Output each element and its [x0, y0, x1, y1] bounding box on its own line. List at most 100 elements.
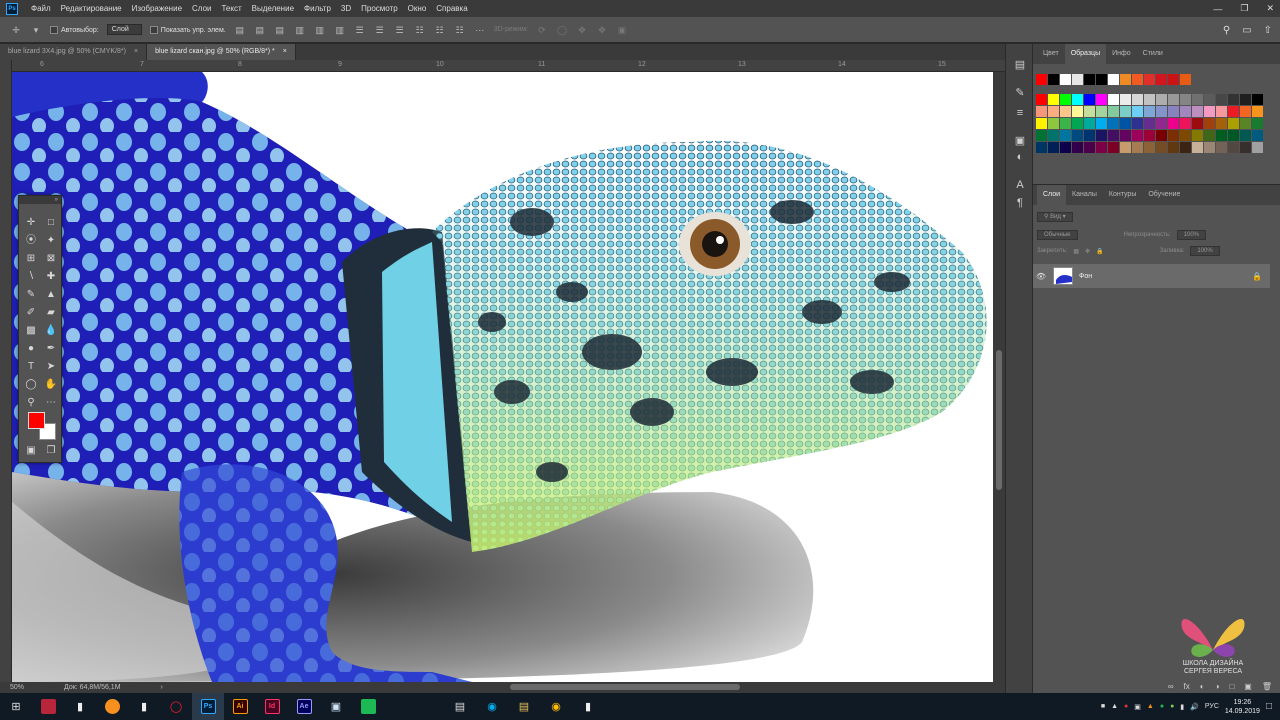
share-icon[interactable]: ⇧: [1264, 25, 1272, 36]
menu-window[interactable]: Окно: [403, 4, 432, 13]
screen-mode-icon[interactable]: ❐: [44, 444, 58, 458]
shape-tool-icon[interactable]: ◯: [24, 378, 38, 392]
tab-doc-2[interactable]: blue lizard скан.jpg @ 50% (RGB/8*) * ×: [147, 44, 296, 60]
eye-icon[interactable]: 👁: [1033, 272, 1049, 281]
horizontal-ruler[interactable]: 6 7 8 9 10 11 12 13 14 15: [12, 60, 1005, 72]
color-swatch[interactable]: [1072, 142, 1083, 153]
notifications-icon[interactable]: □: [1266, 701, 1272, 712]
color-swatch[interactable]: [1252, 142, 1263, 153]
color-swatch[interactable]: [1072, 118, 1083, 129]
color-swatch[interactable]: [1072, 130, 1083, 141]
color-swatch[interactable]: [1252, 94, 1263, 105]
tab-paths[interactable]: Контуры: [1103, 185, 1142, 205]
vertical-scrollbar[interactable]: [993, 72, 1005, 682]
frame-tool-icon[interactable]: ⊠: [44, 252, 58, 266]
recent-swatch[interactable]: [1084, 74, 1095, 85]
tab-color[interactable]: Цвет: [1037, 44, 1065, 64]
trash-icon[interactable]: 🗑: [1262, 682, 1272, 691]
distribute-bottom-icon[interactable]: ☰: [394, 25, 406, 35]
healing-brush-icon[interactable]: ✚: [44, 270, 58, 284]
color-swatch[interactable]: [1132, 130, 1143, 141]
color-swatch[interactable]: [1156, 142, 1167, 153]
color-swatch[interactable]: [1060, 94, 1071, 105]
tray-icon[interactable]: ■: [1101, 703, 1105, 710]
recent-swatch[interactable]: [1096, 74, 1107, 85]
color-swatch[interactable]: [1036, 94, 1047, 105]
chevron-down-icon[interactable]: ▾: [30, 25, 42, 35]
close-icon[interactable]: ×: [134, 44, 138, 60]
fill-field[interactable]: 100%: [1190, 246, 1220, 256]
color-swatch[interactable]: [1204, 118, 1215, 129]
color-swatch[interactable]: [1168, 94, 1179, 105]
restore-icon[interactable]: ❐: [1240, 3, 1248, 14]
aftereffects-icon[interactable]: Ae: [288, 693, 320, 720]
recent-swatch[interactable]: [1036, 74, 1047, 85]
windows-start-icon[interactable]: ⊞: [0, 693, 32, 720]
skype-icon[interactable]: ◉: [476, 693, 508, 720]
illustrator-icon[interactable]: Ai: [224, 693, 256, 720]
close-icon[interactable]: ×: [283, 44, 287, 60]
color-swatch[interactable]: [1096, 130, 1107, 141]
color-swatch[interactable]: [1108, 118, 1119, 129]
color-swatch[interactable]: [1084, 130, 1095, 141]
camtasia-icon[interactable]: [352, 693, 384, 720]
distribute-right-icon[interactable]: ☷: [454, 25, 466, 35]
crop-tool-icon[interactable]: ⊞: [24, 252, 38, 266]
recent-swatch[interactable]: [1108, 74, 1119, 85]
brush-tool-icon[interactable]: ✎: [24, 288, 38, 302]
app-icon[interactable]: ▤: [444, 693, 476, 720]
color-swatch[interactable]: [1228, 130, 1239, 141]
color-swatch[interactable]: [1036, 130, 1047, 141]
magic-wand-icon[interactable]: ✦: [44, 234, 58, 248]
color-swatch[interactable]: [1156, 118, 1167, 129]
align-vcenter-icon[interactable]: ▤: [254, 25, 266, 35]
color-swatch[interactable]: [1108, 142, 1119, 153]
distribute-vcenter-icon[interactable]: ☰: [374, 25, 386, 35]
brush-settings-icon[interactable]: ✎: [1013, 86, 1027, 100]
color-swatch[interactable]: [1036, 142, 1047, 153]
recent-swatch[interactable]: [1048, 74, 1059, 85]
recent-swatch[interactable]: [1060, 74, 1071, 85]
tab-learn[interactable]: Обучение: [1142, 185, 1186, 205]
color-swatch[interactable]: [1120, 106, 1131, 117]
collapse-icon[interactable]: »: [19, 196, 61, 204]
menu-image[interactable]: Изображение: [127, 4, 187, 13]
color-swatch[interactable]: [1240, 94, 1251, 105]
color-swatch[interactable]: [1168, 118, 1179, 129]
color-swatch[interactable]: [1048, 118, 1059, 129]
color-swatch[interactable]: [1180, 118, 1191, 129]
folder-icon[interactable]: ▤: [508, 693, 540, 720]
align-hcenter-icon[interactable]: ▥: [314, 25, 326, 35]
color-swatch[interactable]: [1048, 94, 1059, 105]
color-swatch[interactable]: [1216, 106, 1227, 117]
align-top-icon[interactable]: ▤: [234, 25, 246, 35]
color-swatch[interactable]: [1120, 142, 1131, 153]
color-swatch[interactable]: [1192, 106, 1203, 117]
adjustments-icon[interactable]: ≡: [1013, 106, 1027, 120]
color-swatch[interactable]: [1216, 118, 1227, 129]
color-swatch[interactable]: [1204, 142, 1215, 153]
color-swatch[interactable]: [1228, 106, 1239, 117]
recent-swatch[interactable]: [1180, 74, 1191, 85]
tab-info[interactable]: Инфо: [1106, 44, 1137, 64]
dodge-tool-icon[interactable]: ●: [24, 342, 38, 356]
color-swatch[interactable]: [1060, 118, 1071, 129]
color-swatch[interactable]: [1156, 130, 1167, 141]
color-swatch[interactable]: [1084, 142, 1095, 153]
color-swatch[interactable]: [1072, 106, 1083, 117]
close-icon[interactable]: ✕: [1266, 3, 1274, 14]
color-swatch[interactable]: [1084, 106, 1095, 117]
color-swatch[interactable]: [1228, 142, 1239, 153]
3d-slide-icon[interactable]: ✥: [596, 25, 608, 35]
color-swatch[interactable]: [1132, 94, 1143, 105]
minimize-icon[interactable]: —: [1213, 4, 1222, 14]
horizontal-scrollbar[interactable]: [510, 684, 740, 690]
lock-all-icon[interactable]: 🔒: [1096, 248, 1103, 255]
app-icon[interactable]: ▣: [320, 693, 352, 720]
tab-layers[interactable]: Слои: [1037, 185, 1067, 205]
fx-icon[interactable]: fx: [1184, 682, 1190, 691]
folder-icon[interactable]: □: [1229, 682, 1234, 691]
color-swatch[interactable]: [1240, 130, 1251, 141]
lasso-tool-icon[interactable]: ⦿: [24, 234, 38, 248]
indesign-icon[interactable]: Id: [256, 693, 288, 720]
